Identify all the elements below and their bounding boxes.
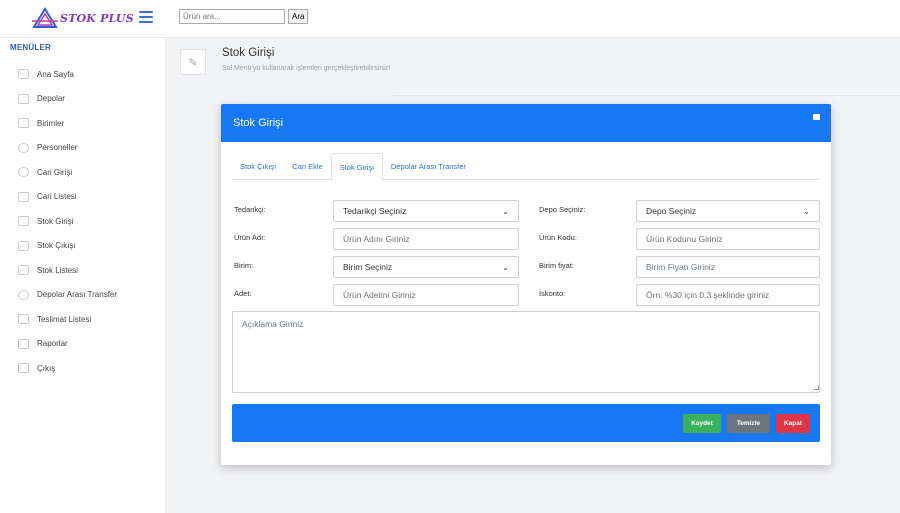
sidebar-item-stok-girisi[interactable]: Stok Girişi (18, 209, 117, 234)
logo-text: STOK PLUS (60, 11, 134, 25)
app-logo[interactable]: STOK PLUS (32, 7, 134, 29)
pen-icon (18, 216, 29, 227)
product-name-label: Ürün Adı: (234, 233, 266, 242)
warehouse-select-value: Depo Seçiniz (646, 206, 697, 216)
page-title: Stok Girişi (222, 47, 275, 59)
discount-field[interactable] (636, 284, 820, 306)
close-button[interactable]: Kapat (776, 414, 810, 433)
pen-icon: ✎ (180, 49, 206, 75)
sidebar-item-label: Stok Çıkışı (37, 241, 76, 251)
unit-price-field[interactable] (636, 256, 820, 278)
chart-icon (18, 338, 29, 349)
sidebar-item-label: Cari Listesi (37, 192, 77, 202)
card-title: Stok Girişi (233, 117, 284, 129)
product-code-label: Ürün Kodu: (539, 233, 577, 242)
tab-cari-ekle[interactable]: Cari Ekle (284, 153, 330, 180)
sidebar-title: MENÜLER (10, 43, 51, 52)
unit-select-value: Birim Seçiniz (343, 262, 393, 272)
description-textarea[interactable] (232, 311, 820, 393)
search-input[interactable] (179, 9, 285, 24)
sidebar-item-depolar-arasi-transfer[interactable]: Depolar Arası Transfer (18, 283, 117, 308)
warehouse-select[interactable]: Depo Seçiniz ⌄ (636, 200, 820, 222)
tab-bar: Stok Çıkışı Cari Ekle Stok Girişi Depola… (232, 153, 820, 181)
unit-select[interactable]: Birim Seçiniz ⌄ (333, 256, 519, 278)
page-subtitle: Sol Menü'yü kullanarak işlemleri gerçekl… (222, 65, 391, 72)
sidebar-item-label: Çıkış (37, 363, 56, 373)
chevron-down-icon: ⌄ (502, 262, 509, 272)
menu-toggle-icon[interactable] (139, 11, 153, 23)
clipboard-icon (18, 240, 29, 251)
sidebar-item-cari-girisi[interactable]: Cari Girişi (18, 160, 117, 185)
box-icon (18, 118, 29, 129)
chevron-down-icon: ⌄ (502, 206, 509, 216)
clear-button[interactable]: Temizle (727, 414, 770, 433)
supplier-label: Tedarikçi: (234, 205, 266, 214)
discount-input[interactable] (646, 290, 810, 300)
sidebar-item-cikis[interactable]: Çıkış (18, 356, 117, 381)
unit-price-input[interactable] (646, 262, 810, 272)
home-icon (18, 69, 29, 80)
sidebar-item-stok-listesi[interactable]: Stok Listesi (18, 258, 117, 283)
sidebar-item-birimler[interactable]: Birimler (18, 111, 117, 136)
supplier-select-value: Tedarikçi Seçiniz (343, 206, 407, 216)
warehouse-label: Depo Seçiniz: (539, 205, 586, 214)
sidebar-item-label: Teslimat Listesi (37, 314, 92, 324)
sidebar-item-label: Stok Listesi (37, 265, 78, 275)
discount-label: İskonto: (539, 289, 566, 298)
unit-label: Birim: (234, 261, 254, 270)
sidebar-item-raporlar[interactable]: Raporlar (18, 332, 117, 357)
supplier-select[interactable]: Tedarikçi Seçiniz ⌄ (333, 200, 519, 222)
share-icon (18, 289, 29, 300)
tab-stok-cikisi[interactable]: Stok Çıkışı (232, 153, 284, 180)
sidebar-item-personeller[interactable]: Personeller (18, 136, 117, 161)
sidebar-item-label: Depolar (37, 94, 66, 104)
product-name-input[interactable] (343, 234, 509, 244)
search-bar: Ara (179, 9, 309, 24)
sidebar-item-label: Stok Girişi (37, 216, 74, 226)
tab-depolar-arasi-transfer[interactable]: Depolar Arası Transfer (383, 153, 474, 180)
lock-icon (18, 363, 29, 374)
clipboard-list-icon (18, 265, 29, 276)
quantity-field[interactable] (333, 284, 519, 306)
sidebar: MENÜLER Ana Sayfa Depolar Birimler Perso… (0, 38, 166, 513)
sidebar-menu: Ana Sayfa Depolar Birimler Personeller C… (18, 62, 117, 381)
sidebar-item-cari-listesi[interactable]: Cari Listesi (18, 185, 117, 210)
product-code-input[interactable] (646, 234, 810, 244)
user-add-icon (18, 167, 29, 178)
search-button[interactable]: Ara (288, 9, 309, 24)
sidebar-item-stok-cikisi[interactable]: Stok Çıkışı (18, 234, 117, 259)
stock-entry-card: Stok Girişi Stok Çıkışı Cari Ekle Stok G… (221, 104, 831, 465)
card-footer: Kaydet Temizle Kapat (232, 404, 820, 442)
warehouse-icon (18, 93, 29, 104)
sidebar-item-teslimat-listesi[interactable]: Teslimat Listesi (18, 307, 117, 332)
sidebar-item-label: Cari Girişi (37, 167, 73, 177)
card-header: Stok Girişi (221, 104, 831, 142)
unit-price-label: Birim fiyat: (539, 261, 575, 270)
top-bar: STOK PLUS Ara (0, 0, 900, 38)
tab-stok-girisi[interactable]: Stok Girişi (330, 153, 383, 181)
product-name-field[interactable] (333, 228, 519, 250)
minimize-icon[interactable] (813, 114, 820, 120)
sidebar-item-label: Raporlar (37, 339, 68, 349)
sidebar-item-ana-sayfa[interactable]: Ana Sayfa (18, 62, 117, 87)
header-divider (393, 95, 900, 96)
sidebar-item-label: Birimler (37, 118, 65, 128)
sidebar-item-label: Ana Sayfa (37, 69, 74, 79)
quantity-input[interactable] (343, 290, 509, 300)
sidebar-item-label: Personeller (37, 143, 78, 153)
users-icon (18, 142, 29, 153)
list-icon (18, 191, 29, 202)
quantity-label: Adet: (234, 289, 252, 298)
logo-triangle-icon (32, 7, 58, 28)
chevron-down-icon: ⌄ (803, 206, 810, 216)
sidebar-item-label: Depolar Arası Transfer (37, 290, 118, 300)
sidebar-item-depolar[interactable]: Depolar (18, 87, 117, 112)
product-code-field[interactable] (636, 228, 820, 250)
save-button[interactable]: Kaydet (683, 414, 721, 433)
resize-handle-icon[interactable] (814, 385, 819, 390)
document-icon (18, 314, 29, 325)
